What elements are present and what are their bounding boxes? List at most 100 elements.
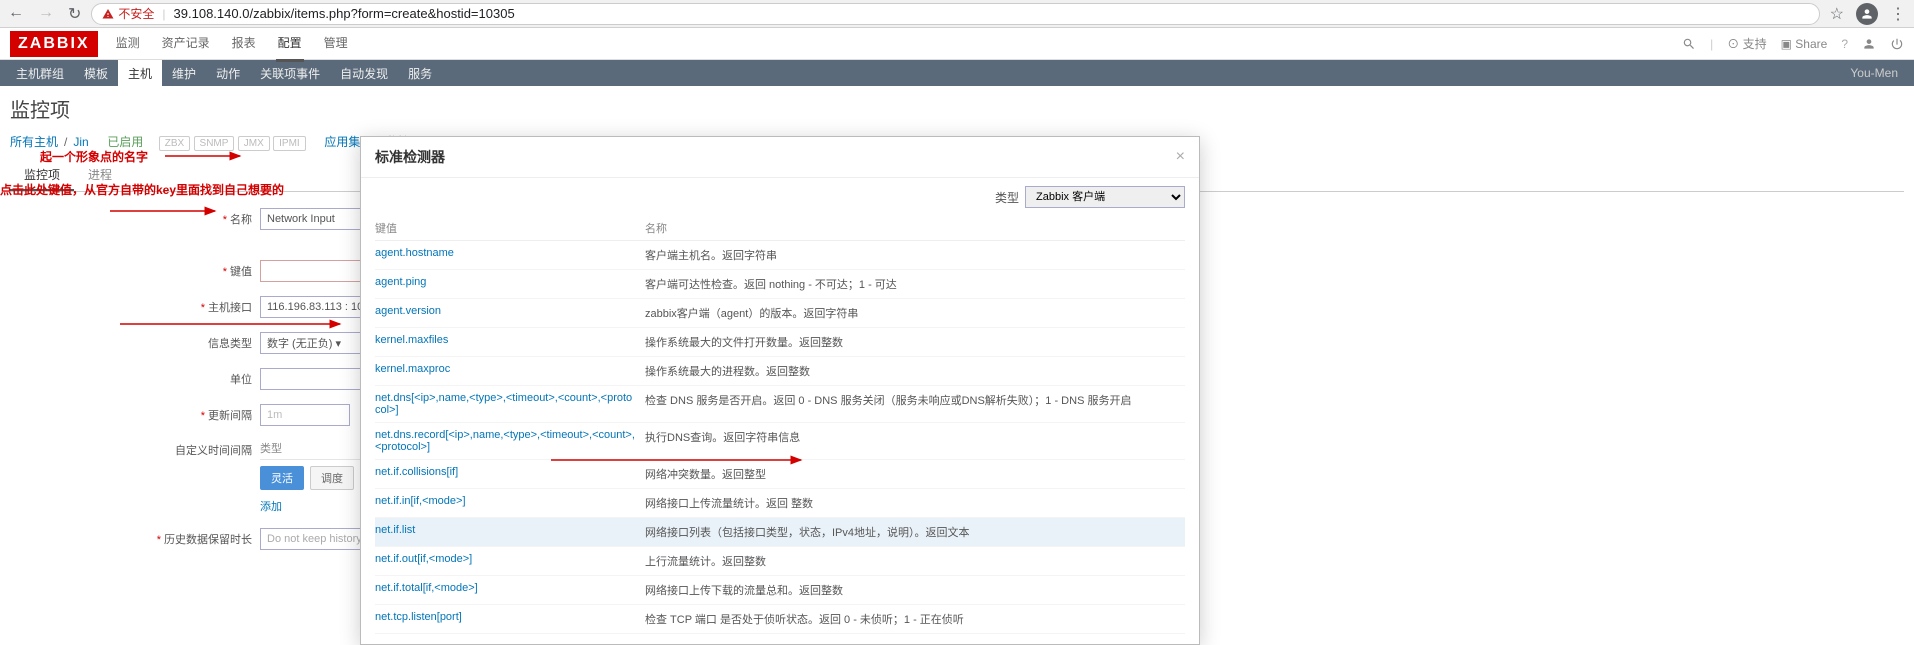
info-type-label: 信息类型 [208,338,252,350]
sub-nav-item-5[interactable]: 关联项事件 [250,60,330,87]
search-icon[interactable] [1682,37,1696,51]
scheduling-button[interactable]: 调度 [310,466,354,490]
top-tab-2[interactable]: 报表 [230,26,258,62]
profile-avatar[interactable] [1856,3,1878,25]
breadcrumb-sep: / [64,135,67,149]
sub-nav-item-6[interactable]: 自动发现 [330,60,398,87]
page-content: 监控项 所有主机 / Jin 已启用 ZBX SNMP JMX IPMI 应用集… [0,86,1914,572]
header-sep: | [1710,37,1713,51]
annotation-name-hint: 起一个形象点的名字 [40,148,148,165]
sub-nav-item-7[interactable]: 服务 [398,60,442,87]
table-row[interactable]: kernel.maxfiles操作系统最大的文件打开数量。返回整数 [375,328,1185,357]
info-type-select[interactable] [260,332,370,354]
row-name: 网络接口上传下载的流量总和。返回整数 [645,582,1185,598]
table-row[interactable]: agent.versionzabbix客户端（agent）的版本。返回字符串 [375,299,1185,328]
custom-interval-label: 自定义时间间隔 [175,445,252,457]
modal-col-key: 键值 [375,220,645,236]
table-row[interactable]: net.tcp.listen[port]检查 TCP 端口 是否处于侦听状态。返… [375,605,1185,634]
update-interval-input[interactable] [260,404,350,426]
back-icon[interactable]: ← [8,4,24,24]
row-key[interactable]: net.if.in[if,<mode>] [375,495,645,511]
breadcrumb-chip: IPMI [273,136,306,151]
row-key[interactable]: kernel.maxfiles [375,334,645,350]
sub-nav-item-4[interactable]: 动作 [206,60,250,87]
row-key[interactable]: net.dns[<ip>,name,<type>,<timeout>,<coun… [375,392,645,416]
row-key[interactable]: net.dns.record[<ip>,name,<type>,<timeout… [375,429,645,453]
modal-type-label: 类型 [995,189,1019,206]
table-row[interactable]: agent.hostname客户端主机名。返回字符串 [375,241,1185,270]
flexible-button[interactable]: 灵活 [260,466,304,490]
top-tabs: 监测资产记录报表配置管理 [114,26,350,62]
table-row[interactable]: kernel.maxproc操作系统最大的进程数。返回整数 [375,357,1185,386]
row-key[interactable]: net.if.out[if,<mode>] [375,553,645,569]
history-label: 历史数据保留时长 [164,534,252,546]
browser-menu-icon[interactable]: ⋮ [1890,4,1906,24]
modal-table: 键值 名称 agent.hostname客户端主机名。返回字符串agent.pi… [361,216,1199,644]
row-key[interactable]: kernel.maxproc [375,363,645,379]
row-key[interactable]: agent.version [375,305,645,321]
share-link[interactable]: ▣ Share [1781,37,1828,51]
bookmark-icon[interactable]: ☆ [1830,4,1844,24]
row-name: 检查 DNS 服务是否开启。返回 0 - DNS 服务关闭（服务未响应或DNS解… [645,392,1185,416]
row-key[interactable]: net.if.list [375,524,645,540]
forward-icon[interactable]: → [38,4,54,24]
top-tab-0[interactable]: 监测 [114,26,142,62]
sub-nav-item-1[interactable]: 模板 [74,60,118,87]
breadcrumb-chip: SNMP [194,136,235,151]
sub-nav-item-2[interactable]: 主机 [118,60,162,87]
zabbix-logo[interactable]: ZABBIX [10,31,98,57]
table-row[interactable]: net.if.total[if,<mode>]网络接口上传下载的流量总和。返回整… [375,576,1185,605]
modal-col-name: 名称 [645,220,667,236]
table-row[interactable]: net.if.list网络接口列表（包括接口类型，状态，IPv4地址，说明）。返… [375,518,1185,547]
url-bar[interactable]: 不安全 | 39.108.140.0/zabbix/items.php?form… [91,3,1819,25]
table-row[interactable]: net.dns.record[<ip>,name,<type>,<timeout… [375,423,1185,460]
row-name: 执行DNS查询。返回字符串信息 [645,429,1185,453]
table-row[interactable]: net.if.out[if,<mode>]上行流量统计。返回整数 [375,547,1185,576]
breadcrumb-chip: ZBX [159,136,190,151]
table-row[interactable]: net.dns[<ip>,name,<type>,<timeout>,<coun… [375,386,1185,423]
annotation-key-hint: 点击此处键值，从官方自带的key里面找到自己想要的 [0,181,284,198]
row-name: 上行流量统计。返回整数 [645,553,1185,569]
top-tab-4[interactable]: 管理 [322,26,350,62]
modal-title: 标准检测器 [375,147,445,167]
row-key[interactable]: net.if.collisions[if] [375,466,645,482]
top-tab-1[interactable]: 资产记录 [160,26,212,62]
sub-nav-item-3[interactable]: 维护 [162,60,206,87]
top-tab-3[interactable]: 配置 [276,26,304,62]
row-name: 操作系统最大的进程数。返回整数 [645,363,1185,379]
insecure-label: 不安全 [118,5,154,22]
row-name: zabbix客户端（agent）的版本。返回字符串 [645,305,1185,321]
sub-nav-right: You-Men [1850,66,1908,80]
key-picker-modal: 标准检测器 × 类型 Zabbix 客户端 键值 名称 agent.hostna… [360,136,1200,645]
breadcrumb-host[interactable]: Jin [73,135,88,149]
header-right: | ⊙ 支持 ▣ Share ? [1682,35,1904,52]
browser-bar: ← → ↻ 不安全 | 39.108.140.0/zabbix/items.ph… [0,0,1914,28]
row-key[interactable]: net.if.total[if,<mode>] [375,582,645,598]
browser-nav-icons: ← → ↻ [8,4,81,24]
add-interval-link[interactable]: 添加 [260,501,282,513]
close-icon[interactable]: × [1176,148,1185,166]
row-name: 操作系统最大的文件打开数量。返回整数 [645,334,1185,350]
table-row[interactable]: net.if.in[if,<mode>]网络接口上传流量统计。返回 整数 [375,489,1185,518]
page-title: 监控项 [10,94,1904,123]
row-name: 网络接口列表（包括接口类型，状态，IPv4地址，说明）。返回文本 [645,524,1185,540]
modal-type-select[interactable]: Zabbix 客户端 [1025,186,1185,208]
row-key[interactable]: net.tcp.listen[port] [375,611,645,627]
row-name: 网络冲突数量。返回整型 [645,466,1185,482]
url-separator: | [162,7,165,21]
support-link[interactable]: ⊙ 支持 [1727,35,1766,52]
sub-nav-item-0[interactable]: 主机群组 [6,60,74,87]
user-icon[interactable] [1862,37,1876,51]
table-row[interactable]: agent.ping客户端可达性检查。返回 nothing - 不可达；1 - … [375,270,1185,299]
unit-label: 单位 [230,374,252,386]
key-label: 键值 [230,266,252,278]
help-icon[interactable]: ? [1841,37,1848,51]
row-name: 检查 TCP 端口 是否处于侦听状态。返回 0 - 未侦听；1 - 正在侦听 [645,611,1185,627]
table-row[interactable]: net.if.collisions[if]网络冲突数量。返回整型 [375,460,1185,489]
reload-icon[interactable]: ↻ [68,4,81,24]
row-key[interactable]: agent.ping [375,276,645,292]
row-key[interactable]: agent.hostname [375,247,645,263]
power-icon[interactable] [1890,37,1904,51]
row-name: 客户端主机名。返回字符串 [645,247,1185,263]
interface-label: 主机接口 [208,302,252,314]
